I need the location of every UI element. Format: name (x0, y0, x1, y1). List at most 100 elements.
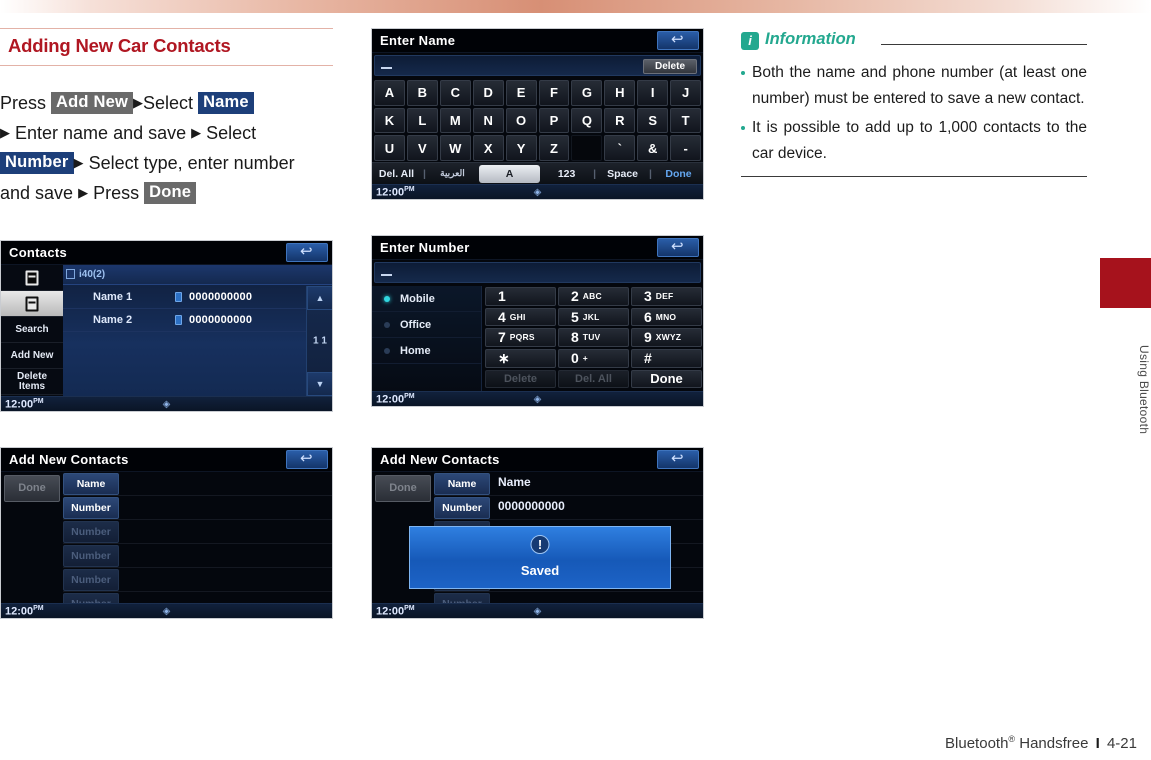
field-label[interactable]: Name (63, 473, 119, 495)
done-button[interactable]: Done (631, 369, 702, 388)
key-s[interactable]: S (637, 107, 669, 134)
key-u[interactable]: U (374, 135, 405, 161)
key-b[interactable]: B (406, 80, 438, 106)
field-label[interactable]: Number (63, 497, 119, 519)
key-blank[interactable] (571, 135, 603, 161)
back-button[interactable] (657, 30, 699, 50)
number-input[interactable] (374, 262, 701, 283)
key-9[interactable]: 9 XWYZ (631, 328, 702, 347)
type-option-home[interactable]: Home (372, 338, 481, 364)
key-g[interactable]: G (571, 80, 603, 106)
key-2[interactable]: 2 ABC (558, 287, 629, 306)
add-new-title: Add New Contacts (9, 452, 129, 467)
back-button[interactable] (657, 237, 699, 257)
scrollbar[interactable]: ▲ 1 1 ▼ (306, 286, 332, 396)
key-hyphen[interactable]: - (670, 135, 702, 161)
key-7[interactable]: 7 PQRS (485, 328, 556, 347)
key-y[interactable]: Y (505, 135, 537, 161)
key-c[interactable]: C (439, 80, 471, 106)
list-item[interactable]: Name Name (434, 472, 703, 496)
key-f[interactable]: F (538, 80, 570, 106)
delete-button[interactable]: Delete (643, 59, 697, 74)
delete-button[interactable]: Delete (485, 369, 556, 388)
add-new-button[interactable]: Add New (1, 343, 63, 369)
key-ampersand[interactable]: & (637, 135, 669, 161)
key-3[interactable]: 3 DEF (631, 287, 702, 306)
key-k[interactable]: K (374, 107, 405, 134)
key-m[interactable]: M (439, 107, 471, 134)
key-star[interactable]: ∗ (485, 348, 556, 368)
exclamation-icon: ! (530, 535, 550, 554)
key-e[interactable]: E (505, 80, 537, 106)
key-4[interactable]: 4 GHI (485, 307, 556, 326)
key-5[interactable]: 5 JKL (558, 307, 629, 326)
list-item[interactable]: Name (63, 472, 332, 496)
key-0[interactable]: 0 + (558, 348, 629, 368)
key-q[interactable]: Q (571, 107, 603, 134)
key-v[interactable]: V (406, 135, 438, 161)
list-item[interactable]: Number (63, 544, 332, 568)
back-button[interactable] (657, 449, 699, 469)
key-z[interactable]: Z (538, 135, 570, 161)
field-label[interactable]: Name (434, 473, 490, 495)
field-label[interactable]: Number (63, 569, 119, 591)
contacts-body: Search Add New Delete Items i40(2) Name … (1, 265, 332, 396)
scroll-up-icon[interactable]: ▲ (307, 286, 332, 310)
search-button[interactable]: Search (1, 317, 63, 343)
key-j[interactable]: J (670, 80, 702, 106)
table-row[interactable]: Name 2 0000000000 (63, 309, 306, 332)
name-input[interactable]: Delete (374, 55, 701, 76)
arabic-layout-button[interactable]: العربية (428, 168, 477, 179)
contacts-sidebar: Search Add New Delete Items (1, 265, 63, 396)
delete-items-button[interactable]: Delete Items (1, 369, 63, 395)
del-all-button[interactable]: Del. All (558, 369, 629, 388)
key-i[interactable]: I (637, 80, 669, 106)
key-1[interactable]: 1 (485, 287, 556, 306)
back-button[interactable] (286, 449, 328, 469)
key-l[interactable]: L (406, 107, 438, 134)
field-label[interactable]: Number (63, 545, 119, 567)
done-button[interactable]: Done (375, 475, 431, 502)
key-8[interactable]: 8 TUV (558, 328, 629, 347)
key-backtick[interactable]: ` (604, 135, 636, 161)
key-hash[interactable]: # (631, 348, 702, 368)
done-button[interactable]: Done (4, 475, 60, 502)
saved-message: Saved (520, 563, 560, 578)
field-label[interactable]: Number (63, 521, 119, 543)
scroll-down-icon[interactable]: ▼ (307, 372, 332, 396)
contacts-device-tab[interactable]: i40(2) (63, 265, 332, 285)
table-row[interactable]: Name 1 0000000000 (63, 286, 306, 309)
key-d[interactable]: D (472, 80, 504, 106)
list-item[interactable]: Number (63, 496, 332, 520)
key-r[interactable]: R (604, 107, 636, 134)
car-contacts-icon[interactable] (1, 291, 63, 317)
type-option-mobile[interactable]: Mobile (372, 286, 481, 312)
space-button[interactable]: Space (598, 168, 647, 180)
type-option-office[interactable]: Office (372, 312, 481, 338)
key-x[interactable]: X (472, 135, 504, 161)
key-a[interactable]: A (374, 80, 405, 106)
instruction-steps: Press Add New ▶Select Name ▶ Enter name a… (0, 88, 330, 208)
done-button[interactable]: Done (654, 168, 703, 180)
key-6[interactable]: 6 MNO (631, 307, 702, 326)
list-item[interactable]: Number (63, 520, 332, 544)
key-p[interactable]: P (538, 107, 570, 134)
numeric-layout-button[interactable]: 123 (542, 168, 591, 180)
page-title: Adding New Car Contacts (8, 35, 231, 56)
key-w[interactable]: W (439, 135, 471, 161)
clock: 12:00PM (376, 393, 415, 406)
back-button[interactable] (286, 242, 328, 262)
step-and-save-label: and save (0, 183, 74, 203)
list-item[interactable]: Number (63, 568, 332, 592)
list-item[interactable]: Number 0000000000 (434, 496, 703, 520)
key-n[interactable]: N (472, 107, 504, 134)
keyboard-grid: A B C D E F G H I J K L M N O P Q R S T … (372, 79, 703, 162)
key-o[interactable]: O (505, 107, 537, 134)
case-toggle-button[interactable]: A (478, 164, 541, 183)
key-t[interactable]: T (670, 107, 702, 134)
key-h[interactable]: H (604, 80, 636, 106)
phonebook-icon[interactable] (1, 265, 63, 291)
del-all-button[interactable]: Del. All (372, 168, 421, 180)
step-enter-name-label: Enter name and save (15, 123, 187, 143)
field-label[interactable]: Number (434, 497, 490, 519)
